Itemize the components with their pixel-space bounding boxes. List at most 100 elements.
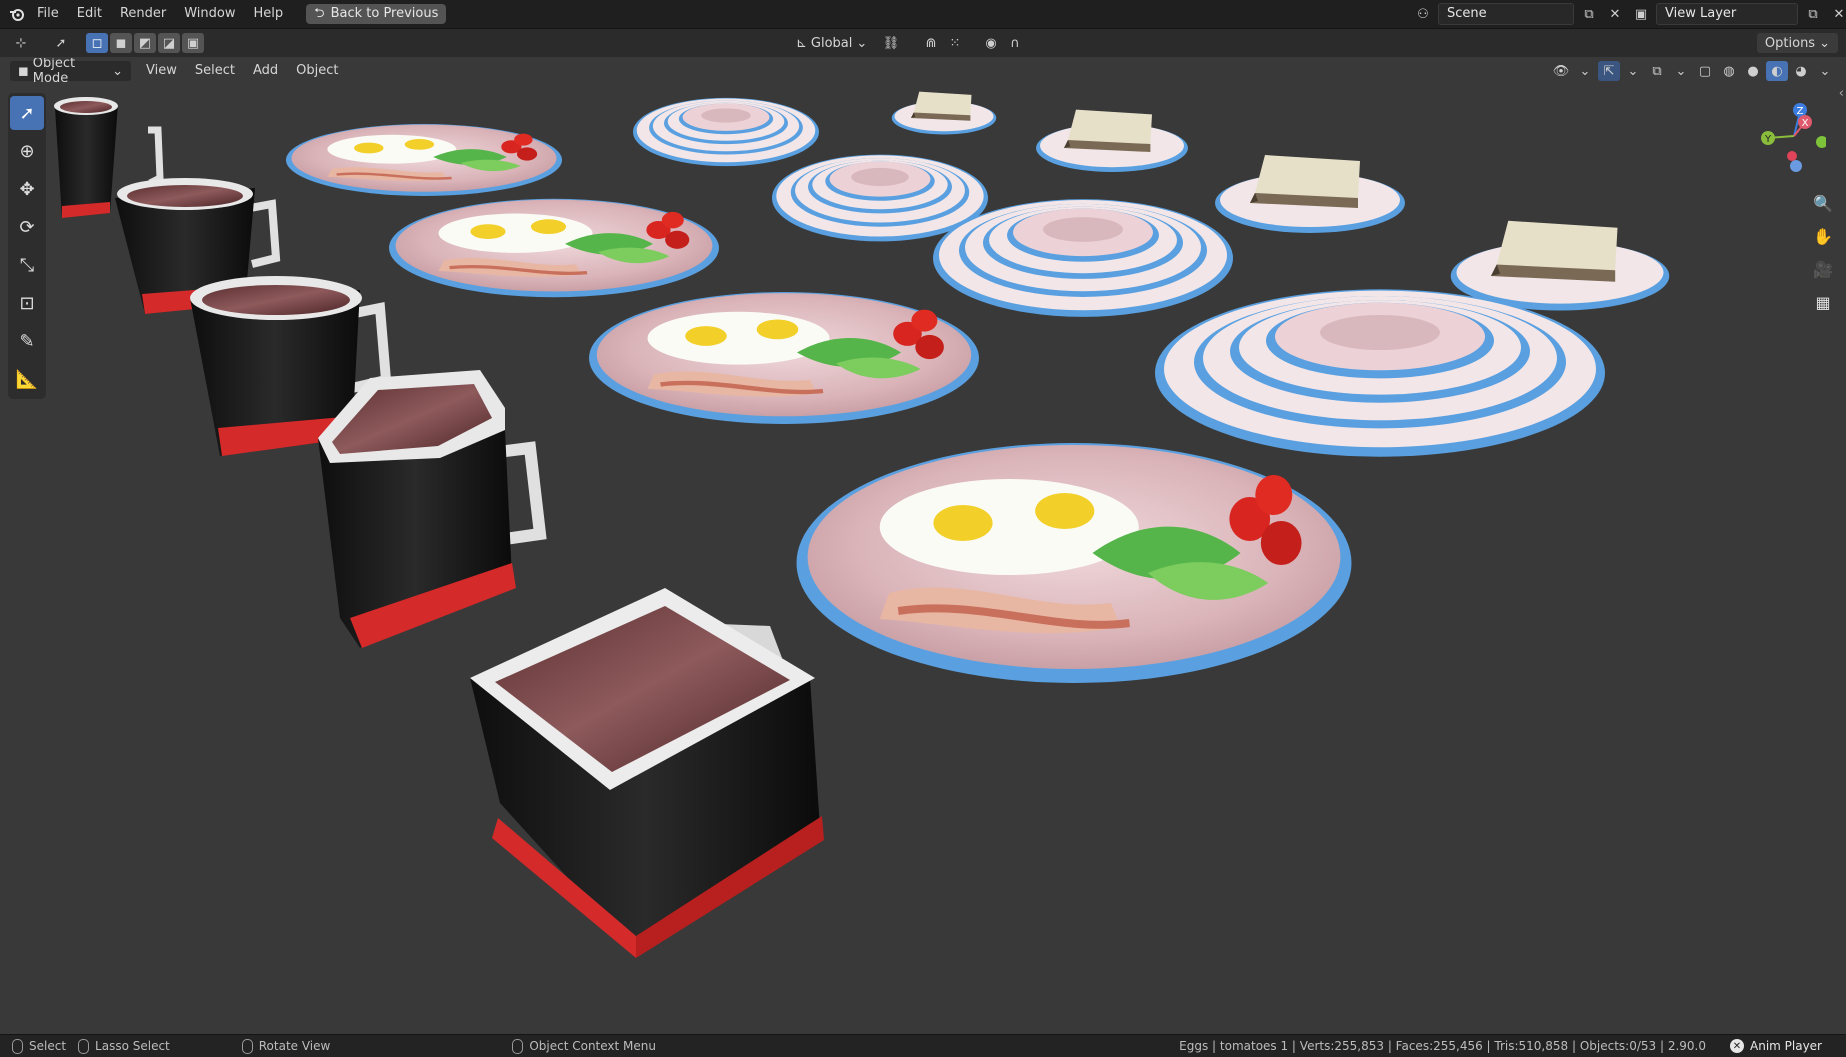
transform-orientation-value: Global	[810, 35, 853, 51]
3d-viewport[interactable]: ◼ Object Mode ⌄ View Select Add Object 👁…	[0, 58, 1846, 1035]
viewport-shading-controls: 👁 ⌄ ⇱ ⌄ ⧉ ⌄ ▢ ◍ ● ◐ ◕ ⌄	[1550, 61, 1836, 81]
breakfast-plate[interactable]	[389, 199, 719, 297]
status-rotate-view-label: Rotate View	[258, 1039, 331, 1053]
measure-icon[interactable]: 📐	[10, 362, 44, 396]
chevron-down-icon: ⌄	[112, 63, 123, 79]
mouse-left-icon	[12, 1038, 23, 1054]
gizmo-axis-neg-y[interactable]	[1816, 136, 1826, 148]
breakfast-plate[interactable]	[589, 292, 979, 424]
scene-name-field[interactable]: Scene	[1438, 3, 1574, 25]
gizmo-label-z: Z	[1797, 106, 1804, 117]
new-scene-icon[interactable]: ⧉	[1578, 4, 1600, 24]
scene-selector: ⚇ Scene ⧉ ✕	[1412, 3, 1626, 25]
cursor-icon[interactable]: ⊕	[10, 134, 44, 168]
scene-icon[interactable]: ⚇	[1412, 4, 1434, 24]
overlay-toggle-icon[interactable]: ⧉	[1646, 61, 1668, 81]
tool-header: ⊹ ➚ ◻ ◼ ◩ ◪ ▣ ⊾ Global ⌄ ⛓ ⋒ ⁙ ◉ ∩ Optio…	[0, 29, 1846, 57]
viewport-menu-view[interactable]: View	[137, 59, 186, 83]
chevron-down-icon[interactable]: ⌄	[1622, 61, 1644, 81]
rotate-icon[interactable]: ⟳	[10, 210, 44, 244]
navigation-gizmo[interactable]: Z Y X	[1756, 98, 1826, 178]
wireframe-shading-icon[interactable]: ◍	[1718, 61, 1740, 81]
view-layer-selector: ▣ View Layer ⧉ ✕	[1630, 3, 1846, 25]
toast-plate[interactable]	[1215, 155, 1405, 233]
toast-plate[interactable]	[1450, 220, 1670, 311]
toast-plate[interactable]	[891, 91, 997, 135]
anim-player-button[interactable]: ✕ Anim Player	[1724, 1039, 1828, 1053]
chevron-down-icon: ⌄	[856, 35, 868, 51]
viewport-menu-select[interactable]: Select	[186, 59, 244, 83]
chevron-down-icon[interactable]: ⌄	[1814, 61, 1836, 81]
coffee-mug[interactable]	[470, 588, 824, 958]
viewport-header: ◼ Object Mode ⌄ View Select Add Object 👁…	[0, 58, 1846, 86]
scale-icon[interactable]: ⤡	[10, 248, 44, 282]
options-dropdown[interactable]: Options ⌄	[1756, 33, 1838, 53]
gizmo-label-x: X	[1802, 118, 1809, 129]
camera-view-icon[interactable]: 🎥	[1810, 256, 1836, 282]
pan-hand-icon[interactable]: ✋	[1810, 223, 1836, 249]
editor-type-icon[interactable]: ⊹	[10, 33, 32, 53]
zoom-icon[interactable]: 🔍	[1810, 190, 1836, 216]
select-subtract-icon[interactable]: ◩	[134, 33, 156, 53]
mouse-middle-icon	[241, 1038, 253, 1054]
gizmo-axis-neg-x[interactable]	[1787, 151, 1797, 161]
top-bar: File Edit Render Window Help ⮌ Back to P…	[0, 0, 1846, 29]
plate-stack[interactable]	[633, 97, 819, 167]
menu-edit[interactable]: Edit	[68, 2, 111, 26]
material-preview-icon[interactable]: ◐	[1766, 61, 1788, 81]
transform-icon[interactable]: ⊡	[10, 286, 44, 320]
select-invert-icon[interactable]: ◪	[158, 33, 180, 53]
chevron-down-icon: ⌄	[1819, 35, 1830, 51]
viewport-menu-object[interactable]: Object	[287, 59, 347, 83]
plate-stack[interactable]	[1155, 289, 1605, 457]
gizmo-toggle-icon[interactable]: ⇱	[1598, 61, 1620, 81]
menu-file[interactable]: File	[28, 2, 68, 26]
scene-statistics: Eggs | tomatoes 1 | Verts:255,853 | Face…	[1179, 1039, 1706, 1053]
toast-plate[interactable]	[1036, 109, 1188, 172]
view-layer-name-field[interactable]: View Layer	[1656, 3, 1798, 25]
status-lasso-select-label: Lasso Select	[95, 1039, 170, 1053]
coffee-mug[interactable]	[318, 370, 547, 648]
gizmo-axis-neg-z[interactable]	[1790, 160, 1802, 172]
menu-help[interactable]: Help	[245, 2, 293, 26]
select-box-icon[interactable]: ➚	[10, 96, 44, 130]
status-rotate-view: Rotate View	[236, 1038, 337, 1054]
delete-view-layer-icon[interactable]: ✕	[1828, 4, 1846, 24]
select-new-icon[interactable]: ◻	[86, 33, 108, 53]
move-icon[interactable]: ✥	[10, 172, 44, 206]
annotate-icon[interactable]: ✎	[10, 324, 44, 358]
menu-render[interactable]: Render	[111, 2, 175, 26]
menu-window[interactable]: Window	[175, 2, 244, 26]
solid-shading-icon[interactable]: ●	[1742, 61, 1764, 81]
object-mode-icon: ◼	[18, 63, 29, 79]
chevron-down-icon[interactable]: ⌄	[1670, 61, 1692, 81]
new-view-layer-icon[interactable]: ⧉	[1802, 4, 1824, 24]
pivot-point-icon[interactable]: ⛓	[880, 33, 902, 53]
xray-toggle-icon[interactable]: ▢	[1694, 61, 1716, 81]
snap-magnet-icon[interactable]: ⋒	[920, 33, 942, 53]
back-icon: ⮌	[314, 6, 325, 21]
delete-scene-icon[interactable]: ✕	[1604, 4, 1626, 24]
proportional-edit-icon[interactable]: ◉	[980, 33, 1002, 53]
viewport-menu-add[interactable]: Add	[244, 59, 287, 83]
gizmo-label-y: Y	[1764, 134, 1772, 145]
transform-orientation-dropdown[interactable]: ⊾ Global ⌄	[788, 33, 875, 53]
blender-logo-icon[interactable]	[6, 4, 28, 24]
rendered-shading-icon[interactable]: ◕	[1790, 61, 1812, 81]
falloff-icon[interactable]: ∩	[1004, 33, 1026, 53]
snap-target-icon[interactable]: ⁙	[944, 33, 966, 53]
breakfast-plate[interactable]	[284, 122, 564, 198]
ortho-grid-icon[interactable]: ▦	[1810, 289, 1836, 315]
object-mode-dropdown[interactable]: ◼ Object Mode ⌄	[10, 58, 131, 86]
back-to-previous-button[interactable]: ⮌ Back to Previous	[306, 4, 447, 24]
visibility-icon[interactable]: 👁	[1550, 61, 1572, 81]
chevron-down-icon[interactable]: ⌄	[1574, 61, 1596, 81]
active-tool-icon[interactable]: ➚	[50, 33, 72, 53]
plate-stack[interactable]	[933, 199, 1233, 317]
select-intersect-icon[interactable]: ▣	[182, 33, 204, 53]
view-layer-icon[interactable]: ▣	[1630, 4, 1652, 24]
breakfast-plate[interactable]	[797, 443, 1352, 683]
select-extend-icon[interactable]: ◼	[110, 33, 132, 53]
sidebar-toggle-icon[interactable]: ‹	[1839, 86, 1844, 101]
status-context-menu: Object Context Menu	[506, 1038, 662, 1054]
